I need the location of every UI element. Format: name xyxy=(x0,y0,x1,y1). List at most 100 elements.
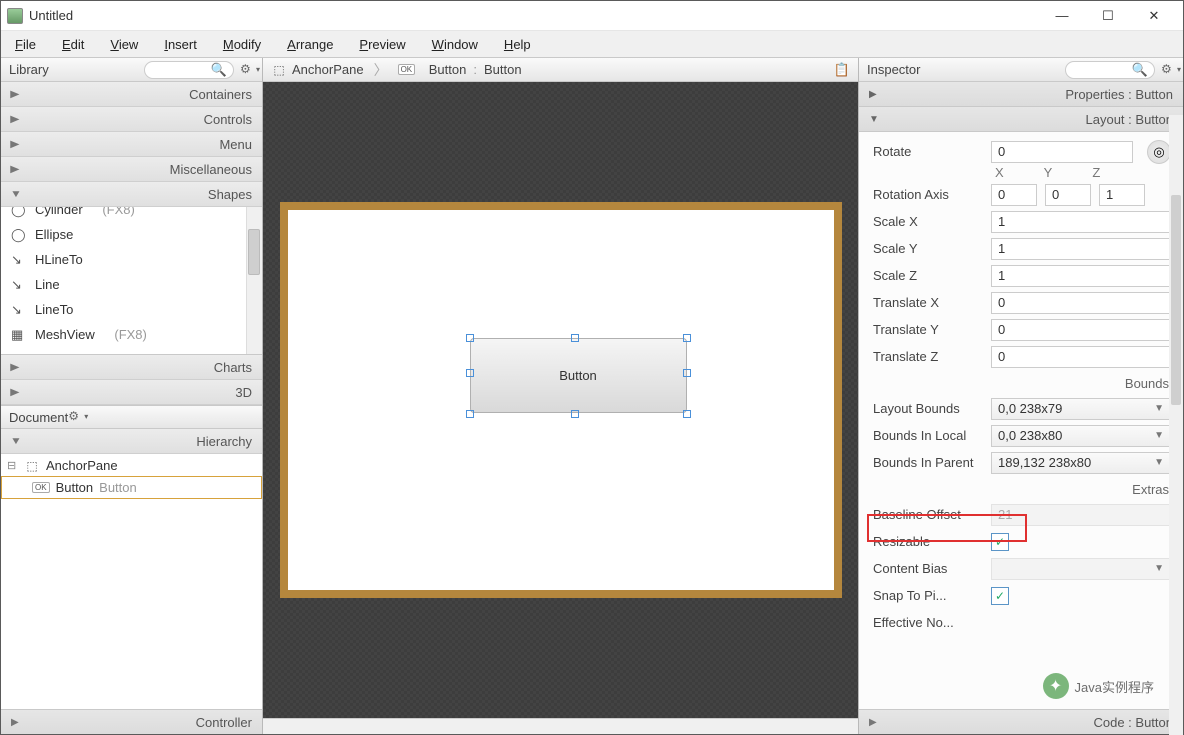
menu-preview[interactable]: Preview xyxy=(359,37,405,52)
section-shapes[interactable]: ▼Shapes xyxy=(1,182,262,207)
menu-file[interactable]: File xyxy=(15,37,36,52)
inspector-search[interactable]: 🔍 xyxy=(1065,61,1155,79)
scalex-input[interactable] xyxy=(991,211,1171,233)
button-glyph-icon: OK xyxy=(398,64,416,75)
breadcrumb-node[interactable]: OK Button: Button xyxy=(398,62,522,77)
inspector-menu-gear-icon[interactable] xyxy=(1161,63,1175,77)
breadcrumb-root[interactable]: ⬚AnchorPane xyxy=(271,62,364,77)
baseline-input xyxy=(991,504,1171,526)
titlebar: Untitled — ☐ ✕ xyxy=(1,1,1183,31)
layout-bounds-dd[interactable]: 0,0 238x79▼ xyxy=(991,398,1171,420)
bounds-local-dd[interactable]: 0,0 238x80▼ xyxy=(991,425,1171,447)
minimize-button[interactable]: — xyxy=(1039,1,1085,31)
shapes-scrollbar[interactable] xyxy=(246,207,262,354)
section-code[interactable]: ▶Code : Button xyxy=(859,709,1183,734)
snap-checkbox[interactable]: ✓ xyxy=(991,587,1009,605)
menu-insert[interactable]: Insert xyxy=(164,37,197,52)
bounds-subhead: Bounds xyxy=(859,370,1183,395)
scroll-thumb[interactable] xyxy=(248,229,260,275)
line-icon: ↘ xyxy=(11,277,27,293)
section-layout[interactable]: ▼Layout : Button xyxy=(859,107,1183,132)
chevron-down-icon: ▼ xyxy=(1154,430,1164,441)
close-button[interactable]: ✕ xyxy=(1131,1,1177,31)
wechat-icon: ✦ xyxy=(1043,673,1069,699)
app-window: Untitled — ☐ ✕ File Edit View Insert Mod… xyxy=(0,0,1184,735)
rotate-gizmo-icon[interactable]: ◎ xyxy=(1147,140,1171,164)
hierarchy-tree: ⊟ ⬚ AnchorPane OK Button Button xyxy=(1,454,262,709)
menu-modify[interactable]: Modify xyxy=(223,37,261,52)
breadcrumb-sep-icon: 〉 xyxy=(370,60,392,80)
list-item[interactable]: ◯Ellipse xyxy=(1,222,262,247)
canvas[interactable]: Button xyxy=(263,82,858,718)
anchorpane-glyph-icon: ⬚ xyxy=(24,459,40,473)
transz-input[interactable] xyxy=(991,346,1171,368)
library-header: Library 🔍 xyxy=(1,58,262,82)
anchorpane-glyph-icon: ⬚ xyxy=(271,63,287,77)
section-misc[interactable]: ▶Miscellaneous xyxy=(1,157,262,182)
ellipse-icon: ◯ xyxy=(11,227,27,243)
bounds-parent-dd[interactable]: 189,132 238x80▼ xyxy=(991,452,1171,474)
hlineto-icon: ↘ xyxy=(11,252,27,268)
inspector-header: Inspector 🔍 xyxy=(859,58,1183,82)
list-item[interactable]: ◯Cylinder (FX8) xyxy=(1,207,262,222)
menu-window[interactable]: Window xyxy=(432,37,478,52)
rotate-input[interactable] xyxy=(991,141,1133,163)
library-menu-gear-icon[interactable] xyxy=(240,63,254,77)
tree-row-button[interactable]: OK Button Button xyxy=(1,476,262,499)
extras-subhead: Extras xyxy=(859,476,1183,501)
transy-input[interactable] xyxy=(991,319,1171,341)
section-3d[interactable]: ▶3D xyxy=(1,380,262,405)
content-bias-dd: ▼ xyxy=(991,558,1171,580)
library-search[interactable]: 🔍 xyxy=(144,61,234,79)
axis-x-input[interactable] xyxy=(991,184,1037,206)
document-menu-gear-icon[interactable] xyxy=(68,410,82,424)
section-controls[interactable]: ▶Controls xyxy=(1,107,262,132)
scroll-thumb[interactable] xyxy=(1171,195,1181,405)
section-charts[interactable]: ▶Charts xyxy=(1,355,262,380)
window-title: Untitled xyxy=(29,8,1039,23)
list-item[interactable]: ▦MeshView (FX8) xyxy=(1,322,262,347)
prop-rotation-axis: Rotation Axis xyxy=(859,181,1183,208)
canvas-hscroll[interactable] xyxy=(263,718,858,734)
list-item[interactable]: ↘Line xyxy=(1,272,262,297)
axis-labels: X Y Z xyxy=(859,165,1183,181)
document-header: Document xyxy=(1,405,262,429)
collapse-icon[interactable]: ⊟ xyxy=(7,459,18,472)
menu-edit[interactable]: Edit xyxy=(62,37,84,52)
list-item[interactable]: ↘HLineTo xyxy=(1,247,262,272)
button-glyph-icon: OK xyxy=(32,482,50,493)
watermark: ✦ Java实例程序 xyxy=(1043,673,1154,699)
prop-rotate: Rotate ◎ xyxy=(859,138,1183,165)
document-title: Document xyxy=(9,410,68,425)
menu-view[interactable]: View xyxy=(110,37,138,52)
app-icon xyxy=(7,8,23,24)
scaley-input[interactable] xyxy=(991,238,1171,260)
tree-row-anchorpane[interactable]: ⊟ ⬚ AnchorPane xyxy=(1,454,262,477)
button-node[interactable]: Button xyxy=(470,338,687,413)
menu-help[interactable]: Help xyxy=(504,37,531,52)
resizable-checkbox[interactable]: ✓ xyxy=(991,533,1009,551)
menubar: File Edit View Insert Modify Arrange Pre… xyxy=(1,31,1183,58)
inspector-scrollbar[interactable] xyxy=(1169,115,1183,735)
prop-baseline: Baseline Offset xyxy=(859,501,1183,528)
artboard[interactable]: Button xyxy=(280,202,842,598)
inspector-panel: Inspector 🔍 ▶Properties : Button ▼Layout… xyxy=(858,58,1183,734)
scalez-input[interactable] xyxy=(991,265,1171,287)
section-menu[interactable]: ▶Menu xyxy=(1,132,262,157)
meshview-icon: ▦ xyxy=(11,327,27,343)
inspector-title: Inspector xyxy=(867,62,920,77)
section-properties[interactable]: ▶Properties : Button xyxy=(859,82,1183,107)
axis-y-input[interactable] xyxy=(1045,184,1091,206)
section-containers[interactable]: ▶Containers xyxy=(1,82,262,107)
transx-input[interactable] xyxy=(991,292,1171,314)
lineto-icon: ↘ xyxy=(11,302,27,318)
shapes-list: ◯Cylinder (FX8) ◯Ellipse ↘HLineTo ↘Line … xyxy=(1,207,262,355)
cylinder-icon: ◯ xyxy=(11,207,27,218)
clipboard-icon[interactable]: 📋 xyxy=(834,62,850,78)
section-hierarchy[interactable]: ▼Hierarchy xyxy=(1,429,262,454)
axis-z-input[interactable] xyxy=(1099,184,1145,206)
section-controller[interactable]: ▶Controller xyxy=(1,709,262,734)
maximize-button[interactable]: ☐ xyxy=(1085,1,1131,31)
list-item[interactable]: ↘LineTo xyxy=(1,297,262,322)
menu-arrange[interactable]: Arrange xyxy=(287,37,333,52)
